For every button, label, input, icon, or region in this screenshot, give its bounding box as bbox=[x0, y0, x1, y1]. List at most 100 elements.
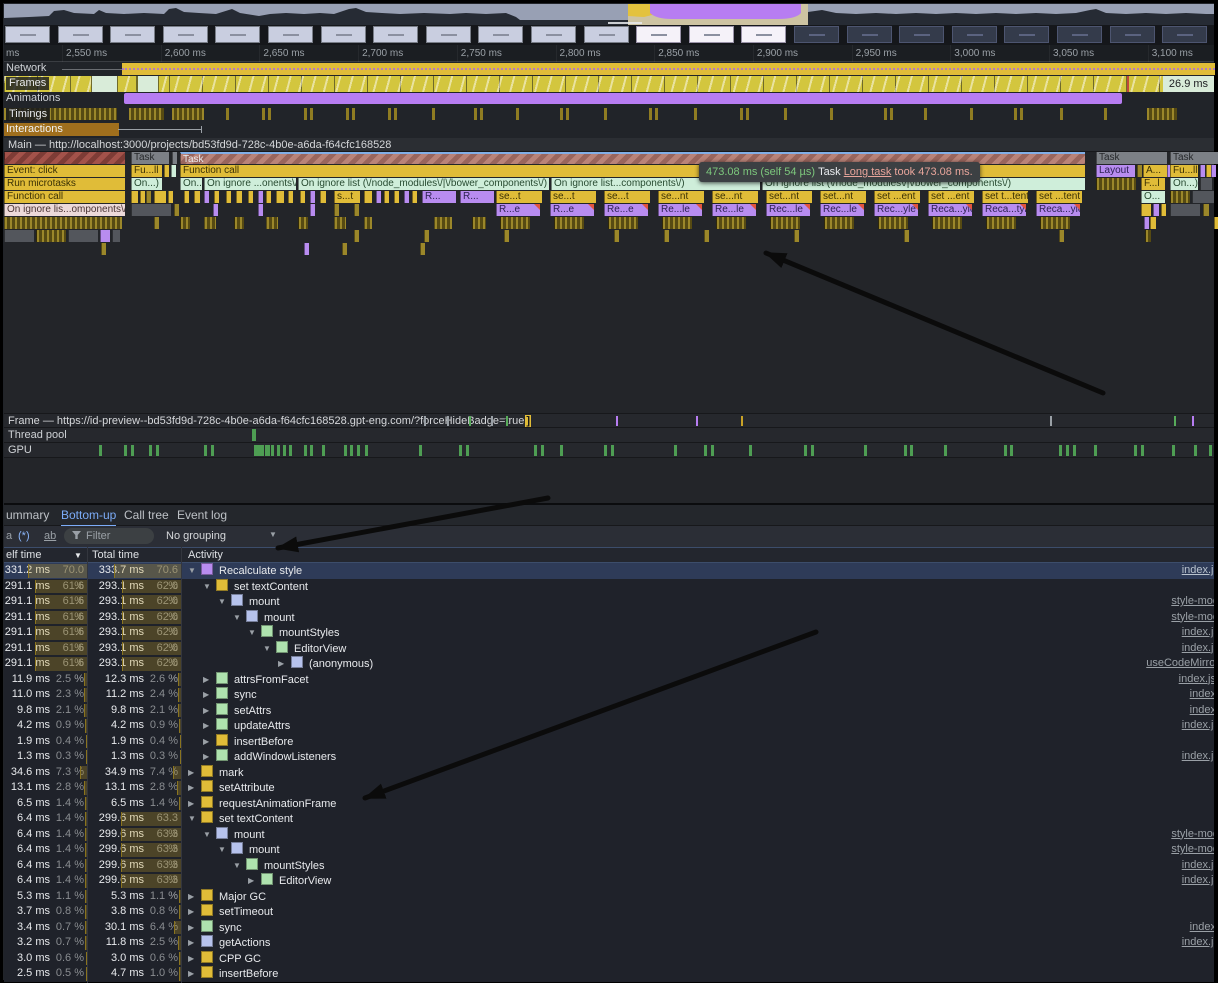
flame-block[interactable] bbox=[1200, 165, 1205, 177]
flame-block[interactable]: O... bbox=[1141, 191, 1165, 203]
flame-block[interactable] bbox=[266, 191, 271, 203]
source-link[interactable]: index.js bbox=[1182, 858, 1214, 874]
flame-block[interactable] bbox=[258, 204, 263, 216]
flame-block[interactable]: Fu...ll bbox=[131, 165, 162, 177]
collapse-icon[interactable]: ▼ bbox=[188, 563, 201, 579]
flame-block[interactable] bbox=[100, 230, 110, 242]
flame-block[interactable] bbox=[300, 191, 305, 203]
match-case-icon[interactable]: a bbox=[6, 529, 12, 544]
flame-block[interactable] bbox=[266, 217, 278, 229]
flame-block[interactable]: set...nt bbox=[766, 191, 812, 203]
flame-block[interactable] bbox=[146, 191, 151, 203]
flame-block[interactable] bbox=[1200, 178, 1212, 190]
collapse-icon[interactable]: ▼ bbox=[203, 827, 216, 843]
screenshot-thumbnail[interactable] bbox=[1110, 26, 1155, 43]
flame-block[interactable] bbox=[878, 217, 908, 229]
flame-block[interactable] bbox=[1137, 165, 1142, 177]
flame-block[interactable]: Layout bbox=[1096, 165, 1135, 177]
table-row[interactable]: 3.4 ms0.7 %30.1 ms6.4 %▶syncindex. bbox=[4, 920, 1214, 936]
screenshot-thumbnail[interactable] bbox=[741, 26, 786, 43]
source-link[interactable]: index.js bbox=[1182, 718, 1214, 734]
table-row[interactable]: 291.1 ms61.6 %293.1 ms62.0 %▼EditorViewi… bbox=[4, 641, 1214, 657]
flame-block[interactable] bbox=[304, 243, 309, 255]
expand-icon[interactable]: ▶ bbox=[188, 920, 201, 936]
flame-block[interactable] bbox=[154, 191, 166, 203]
screenshot-thumbnail[interactable] bbox=[163, 26, 208, 43]
flame-block[interactable] bbox=[164, 165, 169, 177]
expand-icon[interactable]: ▶ bbox=[188, 780, 201, 796]
flame-block[interactable] bbox=[986, 217, 1016, 229]
track-gpu[interactable]: GPU bbox=[4, 443, 1214, 458]
flame-block[interactable] bbox=[248, 191, 253, 203]
table-row[interactable]: 291.1 ms61.6 %293.1 ms62.0 %▼mountstyle-… bbox=[4, 610, 1214, 626]
flame-block[interactable]: set t...tent bbox=[982, 191, 1028, 203]
source-link[interactable]: index. bbox=[1190, 703, 1214, 719]
table-row[interactable]: 6.4 ms1.4 %299.6 ms63.3 %▶EditorViewinde… bbox=[4, 873, 1214, 889]
tab-bottom-up[interactable]: Bottom-up bbox=[61, 505, 116, 527]
flame-block[interactable]: set ...tent bbox=[1036, 191, 1082, 203]
flame-block[interactable]: Reca...tyle bbox=[982, 204, 1026, 216]
source-link[interactable]: index. bbox=[1190, 920, 1214, 936]
flame-block[interactable] bbox=[180, 217, 190, 229]
screenshot-thumbnail[interactable] bbox=[373, 26, 418, 43]
flame-block[interactable] bbox=[334, 217, 346, 229]
flame-block[interactable] bbox=[154, 217, 159, 229]
track-frame-thread[interactable]: Frame — https://id-preview--bd53fd9d-728… bbox=[4, 413, 1214, 428]
flame-block[interactable] bbox=[420, 243, 425, 255]
flame-block[interactable] bbox=[234, 217, 244, 229]
collapse-icon[interactable]: ▼ bbox=[218, 842, 231, 858]
expand-icon[interactable]: ▶ bbox=[203, 734, 216, 750]
expand-icon[interactable]: ▶ bbox=[188, 951, 201, 967]
flame-block[interactable] bbox=[1145, 230, 1151, 242]
expand-icon[interactable]: ▶ bbox=[203, 703, 216, 719]
collapse-icon[interactable]: ▼ bbox=[203, 579, 216, 595]
table-row[interactable]: 6.4 ms1.4 %299.6 ms63.3 %▼mountstyle-mod bbox=[4, 827, 1214, 843]
screenshot-thumbnail[interactable] bbox=[1004, 26, 1049, 43]
flame-block[interactable] bbox=[258, 191, 263, 203]
table-row[interactable]: 331.2 ms70.0 %333.7 ms70.6 %▼Recalculate… bbox=[4, 563, 1214, 579]
table-row[interactable]: 6.4 ms1.4 %299.6 ms63.3 %▼set textConten… bbox=[4, 811, 1214, 827]
flame-block[interactable] bbox=[1170, 191, 1190, 203]
flame-block[interactable] bbox=[276, 191, 284, 203]
flame-block[interactable] bbox=[4, 152, 125, 164]
flame-block[interactable] bbox=[1203, 204, 1209, 216]
flame-block[interactable] bbox=[184, 191, 189, 203]
table-row[interactable]: 291.1 ms61.6 %293.1 ms62.0 %▼set textCon… bbox=[4, 579, 1214, 595]
flame-block[interactable]: se...t bbox=[496, 191, 542, 203]
flame-block[interactable] bbox=[168, 191, 173, 203]
flame-block[interactable]: se...nt bbox=[658, 191, 704, 203]
flame-block[interactable] bbox=[376, 191, 381, 203]
flame-block[interactable] bbox=[904, 230, 909, 242]
table-row[interactable]: 6.4 ms1.4 %299.6 ms63.3 %▼mountstyle-mod bbox=[4, 842, 1214, 858]
flame-block[interactable]: On ignore list (\/node_modules\/|\/bower… bbox=[298, 178, 549, 190]
flame-block[interactable] bbox=[1211, 165, 1216, 177]
source-link[interactable]: index.js bbox=[1182, 625, 1214, 641]
source-link[interactable]: useCodeMirror bbox=[1146, 656, 1214, 672]
expand-icon[interactable]: ▶ bbox=[188, 904, 201, 920]
flame-block[interactable]: Task bbox=[131, 152, 169, 164]
flame-block[interactable] bbox=[214, 191, 219, 203]
main-thread-header[interactable]: Main — http://localhost:3000/projects/bd… bbox=[4, 138, 1214, 152]
source-link[interactable]: index. bbox=[1190, 687, 1214, 703]
flame-block[interactable] bbox=[140, 191, 145, 203]
track-timings[interactable]: Timings bbox=[4, 106, 1214, 122]
table-row[interactable]: 11.9 ms2.5 %12.3 ms2.6 %▶attrsFromFaceti… bbox=[4, 672, 1214, 688]
flame-block[interactable]: A... bbox=[1143, 165, 1167, 177]
flame-block[interactable]: On...) bbox=[180, 178, 202, 190]
table-row[interactable]: 5.3 ms1.1 %5.3 ms1.1 %▶Major GC bbox=[4, 889, 1214, 905]
frame-ok-segment[interactable] bbox=[91, 76, 118, 92]
screenshot-thumbnail[interactable] bbox=[5, 26, 50, 43]
flame-block[interactable] bbox=[716, 217, 746, 229]
cpu-overview-strip[interactable] bbox=[4, 4, 1214, 25]
expand-icon[interactable]: ▶ bbox=[203, 687, 216, 703]
flame-block[interactable] bbox=[364, 191, 372, 203]
screenshot-thumbnail[interactable] bbox=[794, 26, 839, 43]
interaction-bar[interactable]: Interactions bbox=[4, 123, 119, 136]
flame-block[interactable]: Reca...yle bbox=[1036, 204, 1080, 216]
table-row[interactable]: 3.0 ms0.6 %3.0 ms0.6 %▶CPP GC bbox=[4, 951, 1214, 967]
collapse-icon[interactable]: ▼ bbox=[263, 641, 276, 657]
table-row[interactable]: 4.2 ms0.9 %4.2 ms0.9 %▶updateAttrsindex.… bbox=[4, 718, 1214, 734]
screenshot-thumbnail[interactable] bbox=[426, 26, 471, 43]
animation-bar[interactable] bbox=[124, 93, 1122, 104]
frame-duration-badge[interactable]: 26.9 ms bbox=[1163, 76, 1214, 92]
